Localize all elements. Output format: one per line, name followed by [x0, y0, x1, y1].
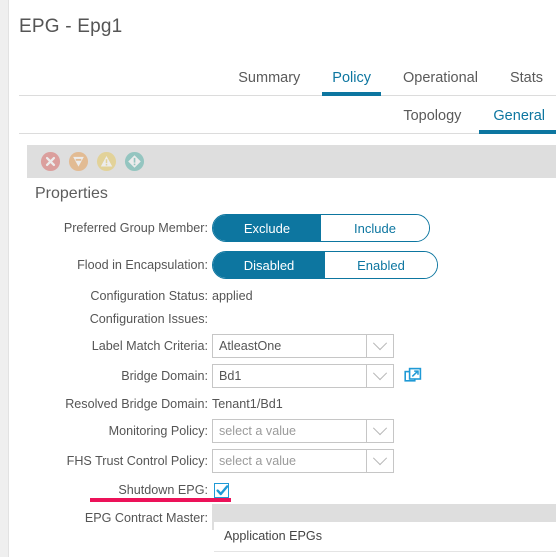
row-label-match-criteria: Label Match Criteria: AtleastOne — [9, 331, 556, 361]
label-resolved-bridge-domain: Resolved Bridge Domain: — [65, 396, 208, 411]
row-configuration-issues: Configuration Issues: — [9, 307, 556, 331]
page-title-bar: EPG - Epg1 — [19, 14, 419, 44]
fault-minor-icon[interactable] — [124, 151, 145, 172]
value-configuration-status: applied — [212, 288, 253, 303]
tab-operational[interactable]: Operational — [387, 70, 494, 95]
label-shutdown-epg: Shutdown EPG: — [118, 483, 208, 497]
row-bridge-domain: Bridge Domain: Bd1 — [9, 361, 556, 391]
bridge-domain-input[interactable]: Bd1 — [212, 364, 367, 388]
toggle-option-disabled[interactable]: Disabled — [213, 252, 325, 278]
label-match-criteria-dropdown-button[interactable] — [367, 334, 394, 358]
bridge-domain-dropdown-button[interactable] — [367, 364, 394, 388]
label-epg-contract-master: EPG Contract Master: — [84, 511, 208, 525]
toggle-option-enabled[interactable]: Enabled — [325, 252, 437, 278]
label-configuration-issues: Configuration Issues: — [89, 312, 208, 326]
row-monitoring-policy: Monitoring Policy: select a value — [9, 416, 556, 446]
row-resolved-bridge-domain: Resolved Bridge Domain: Tenant1/Bd1 — [9, 391, 556, 416]
row-preferred-group-member: Preferred Group Member: Exclude Include — [9, 210, 556, 246]
shutdown-epg-checkbox[interactable] — [214, 482, 229, 498]
chevron-down-icon — [372, 336, 388, 351]
dropdown-monitoring-policy[interactable]: select a value — [212, 419, 394, 443]
value-resolved-bridge-domain: Tenant1/Bd1 — [212, 396, 283, 411]
monitoring-policy-input[interactable]: select a value — [212, 419, 367, 443]
label-configuration-status: Configuration Status: — [90, 288, 208, 303]
dropdown-fhs-trust-control-policy[interactable]: select a value — [212, 449, 394, 473]
dropdown-label-match-criteria[interactable]: AtleastOne — [212, 334, 394, 358]
label-fhs-trust-control-policy: FHS Trust Control Policy: — [66, 454, 208, 468]
tab-stats[interactable]: Stats — [494, 70, 556, 95]
fault-warning-icon[interactable] — [96, 151, 117, 172]
row-configuration-status: Configuration Status: applied — [9, 284, 556, 307]
shutdown-epg-highlight-underline — [90, 498, 231, 502]
dropdown-bridge-domain[interactable]: Bd1 — [212, 364, 394, 388]
left-gutter — [0, 0, 8, 557]
tab-policy[interactable]: Policy — [316, 70, 387, 96]
monitoring-policy-dropdown-button[interactable] — [367, 419, 394, 443]
properties-section-title: Properties — [35, 185, 108, 202]
chevron-down-icon — [372, 366, 388, 381]
properties-form: Preferred Group Member: Exclude Include … — [9, 210, 556, 536]
fhs-trust-control-policy-dropdown-button[interactable] — [367, 449, 394, 473]
fault-status-bar — [27, 145, 556, 178]
row-fhs-trust-control-policy: FHS Trust Control Policy: select a value — [9, 446, 556, 476]
page-title: EPG - Epg1 — [19, 16, 123, 37]
label-preferred-group-member: Preferred Group Member: — [63, 221, 208, 235]
primary-tab-bar: Summary Policy Operational Stats — [19, 58, 556, 96]
label-match-criteria-input[interactable]: AtleastOne — [212, 334, 367, 358]
content-page: EPG - Epg1 Summary Policy Operational St… — [8, 0, 556, 557]
open-in-new-window-icon[interactable] — [404, 367, 422, 385]
fault-critical-icon[interactable] — [40, 151, 61, 172]
toggle-flood-in-encapsulation[interactable]: Disabled Enabled — [212, 251, 438, 279]
toggle-option-include[interactable]: Include — [321, 215, 429, 241]
epg-contract-master-table-body: Application EPGs — [214, 522, 556, 552]
row-shutdown-epg: Shutdown EPG: — [9, 476, 556, 504]
toggle-preferred-group-member[interactable]: Exclude Include — [212, 214, 430, 242]
label-flood-in-encapsulation: Flood in Encapsulation: — [77, 258, 208, 272]
tab-general[interactable]: General — [477, 108, 556, 134]
label-monitoring-policy: Monitoring Policy: — [108, 424, 208, 438]
secondary-tab-bar: Topology General — [19, 96, 556, 134]
epg-policy-general-screen: EPG - Epg1 Summary Policy Operational St… — [0, 0, 556, 557]
fault-major-icon[interactable] — [68, 151, 89, 172]
chevron-down-icon — [372, 451, 388, 466]
table-row[interactable]: Application EPGs — [214, 522, 556, 552]
label-bridge-domain: Bridge Domain: — [121, 369, 208, 383]
toggle-option-exclude[interactable]: Exclude — [213, 215, 321, 241]
row-flood-in-encapsulation: Flood in Encapsulation: Disabled Enabled — [9, 246, 556, 284]
tab-summary[interactable]: Summary — [222, 70, 316, 95]
chevron-down-icon — [372, 421, 388, 436]
tab-topology[interactable]: Topology — [387, 108, 477, 133]
label-label-match-criteria: Label Match Criteria: — [91, 339, 208, 353]
fhs-trust-control-policy-input[interactable]: select a value — [212, 449, 367, 473]
